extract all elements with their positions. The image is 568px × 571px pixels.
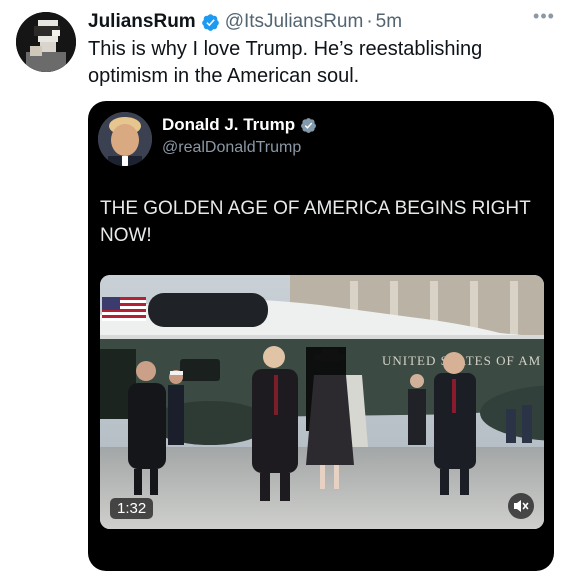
quoted-tweet-text: THE GOLDEN AGE OF AMERICA BEGINS RIGHT N… [100,198,531,246]
quoted-author-avatar[interactable] [98,112,152,166]
verified-badge-icon [201,13,220,32]
tweet-header: JuliansRum @ItsJuliansRum · 5m [88,8,558,36]
author-name[interactable]: JuliansRum [88,11,196,33]
author-avatar[interactable] [16,12,76,72]
quoted-tweet[interactable]: Donald J. Trump @realDonaldTrump THE GOL… [88,101,554,571]
author-avatar-image [16,12,76,72]
quoted-author-name-text: Donald J. Trump [162,115,296,134]
video-player[interactable]: UNITED STATES OF AM 1:32 [100,275,544,529]
more-options-icon[interactable]: ••• [532,7,556,26]
author-handle[interactable]: @ItsJuliansRum [225,11,364,33]
tweet-timestamp[interactable]: 5m [376,11,402,33]
quoted-author-name[interactable]: Donald J. Trump [162,115,317,135]
mute-button[interactable] [508,493,534,519]
quoted-author-avatar-image [98,112,152,166]
video-frame: UNITED STATES OF AM [100,275,544,529]
speaker-muted-icon [514,500,529,512]
video-duration: 1:32 [110,498,154,519]
quoted-verified-badge-icon [300,117,317,134]
tweet-text: This is why I love Trump. He’s reestabli… [88,38,483,87]
quoted-author-handle[interactable]: @realDonaldTrump [162,139,301,157]
separator-dot: · [366,11,373,32]
